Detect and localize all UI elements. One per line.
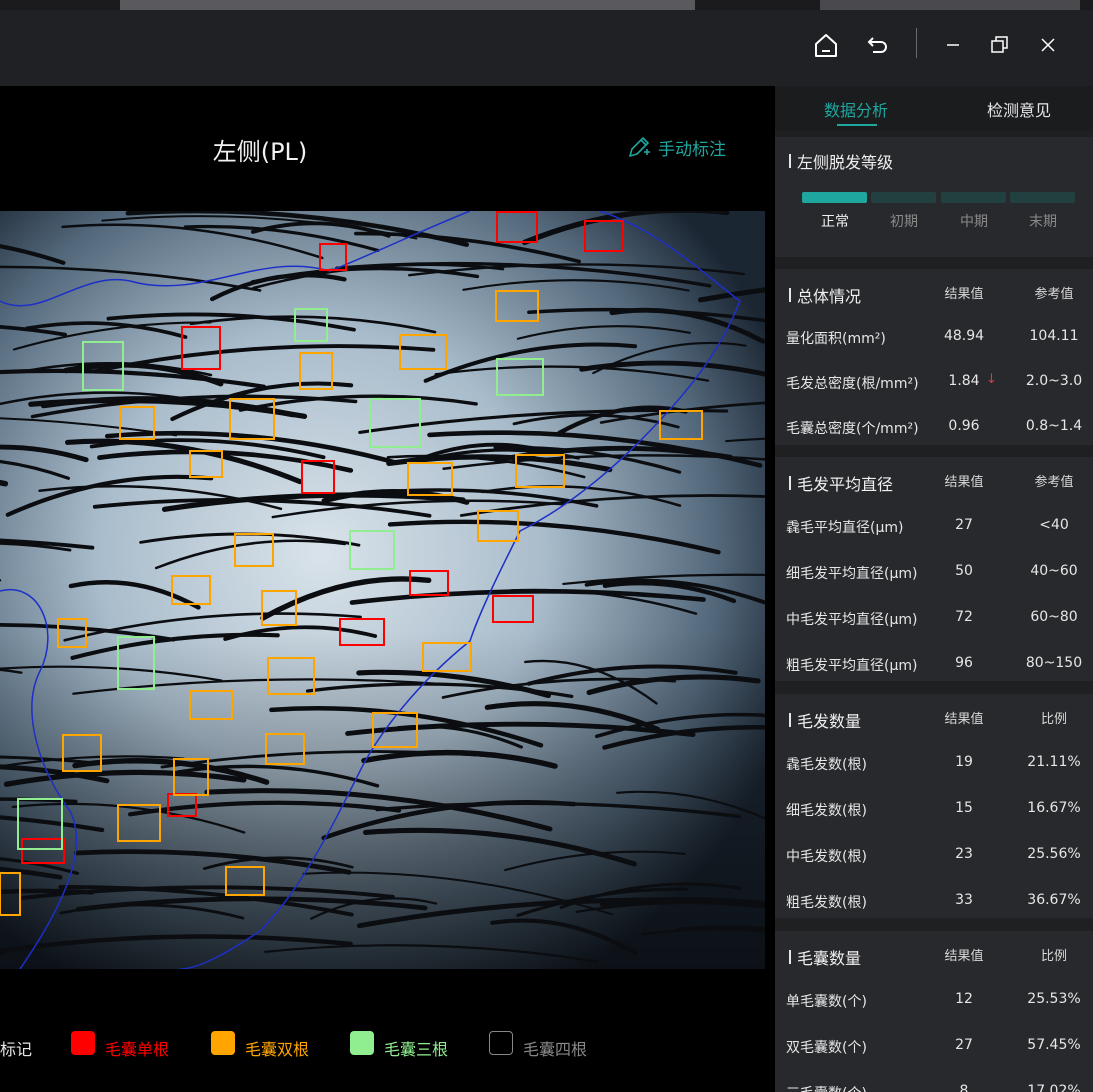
overall-row-label: 量化面积(mm²) bbox=[786, 331, 886, 347]
grade-bar-early bbox=[871, 192, 936, 203]
legend-label-single: 毛囊单根 bbox=[105, 1040, 170, 1059]
back-icon[interactable] bbox=[860, 27, 896, 63]
hair-count-row-ratio: 16.67% bbox=[1027, 800, 1081, 816]
follicle-count-row-label: 三毛囊数(个) bbox=[786, 1083, 867, 1092]
legend-prefix: 标记 bbox=[0, 1040, 33, 1059]
overall-row-ref: 104.11 bbox=[1029, 328, 1079, 344]
manual-annotate-label: 手动标注 bbox=[658, 139, 726, 160]
hair-count-col-ratio: 比例 bbox=[1040, 712, 1067, 727]
overall-row-label: 毛发总密度(根/mm²) bbox=[786, 376, 919, 392]
diameter-title: 毛发平均直径 bbox=[789, 471, 893, 495]
image-panel: 左侧(PL) 手动标注 标记 毛囊单根 毛囊双根 毛囊三根 毛囊四根 bbox=[0, 86, 775, 1092]
hair-count-row-value: 19 bbox=[955, 754, 973, 770]
grade-bar-late bbox=[1010, 192, 1075, 203]
overall-col-result: 结果值 bbox=[944, 287, 984, 302]
grade-label-middle: 中期 bbox=[960, 214, 988, 230]
legend-label-triple: 毛囊三根 bbox=[384, 1040, 449, 1059]
follicle-count-row-ratio: 25.53% bbox=[1027, 991, 1081, 1007]
legend-label-double: 毛囊双根 bbox=[245, 1040, 310, 1059]
follicle-count-row-value: 27 bbox=[955, 1037, 973, 1053]
hair-count-row-label: 粗毛发数(根) bbox=[786, 895, 867, 911]
legend-swatch-quad bbox=[489, 1031, 513, 1055]
grade-label-late: 末期 bbox=[1029, 214, 1057, 230]
arrow-down-icon: ↓ bbox=[986, 372, 997, 387]
follicle-count-col-ratio: 比例 bbox=[1040, 949, 1067, 964]
background-strip bbox=[0, 0, 1093, 10]
hair-count-title: 毛发数量 bbox=[789, 708, 861, 732]
grade-bar-normal bbox=[802, 192, 867, 203]
follicle-count-title: 毛囊数量 bbox=[789, 945, 861, 969]
diameter-row-label: 毳毛平均直径(μm) bbox=[786, 520, 904, 536]
hair-count-col-result: 结果值 bbox=[944, 712, 984, 727]
overall-row-ref: 2.0~3.0 bbox=[1025, 373, 1083, 389]
hair-count-card: 毛发数量 结果值 比例 毳毛发数(根) 19 21.11% 细毛发数(根) 15… bbox=[775, 694, 1093, 918]
follicle-count-row-ratio: 57.45% bbox=[1027, 1037, 1081, 1053]
hair-count-row-ratio: 36.67% bbox=[1027, 892, 1081, 908]
title-bar-divider bbox=[916, 28, 917, 58]
diameter-row-ref: 40~60 bbox=[1030, 563, 1078, 579]
grade-bar-middle bbox=[941, 192, 1006, 203]
hair-count-row-label: 毳毛发数(根) bbox=[786, 757, 867, 773]
follicle-count-card: 毛囊数量 结果值 比例 单毛囊数(个) 12 25.53% 双毛囊数(个) 27… bbox=[775, 931, 1093, 1092]
follicle-count-row-value: 8 bbox=[959, 1083, 969, 1092]
diameter-row-label: 中毛发平均直径(μm) bbox=[786, 612, 918, 628]
legend-swatch-single bbox=[71, 1031, 95, 1055]
diameter-card: 毛发平均直径 结果值 参考值 毳毛平均直径(μm) 27 <40 细毛发平均直径… bbox=[775, 457, 1093, 681]
minimize-icon[interactable] bbox=[935, 27, 971, 63]
follicle-count-row-label: 单毛囊数(个) bbox=[786, 994, 867, 1010]
pen-icon bbox=[629, 137, 650, 157]
active-tab-indicator bbox=[837, 124, 877, 126]
diameter-row-ref: <40 bbox=[1039, 517, 1069, 533]
hair-count-row-value: 23 bbox=[955, 846, 973, 862]
diameter-row-ref: 60~80 bbox=[1030, 609, 1078, 625]
manual-annotate-button[interactable]: 手动标注 bbox=[626, 134, 726, 160]
legend: 标记 毛囊单根 毛囊双根 毛囊三根 毛囊四根 bbox=[0, 1031, 775, 1061]
diameter-row-value: 50 bbox=[955, 563, 973, 579]
grade-label-normal: 正常 bbox=[821, 214, 849, 230]
home-icon[interactable] bbox=[808, 27, 844, 63]
diameter-row-label: 细毛发平均直径(μm) bbox=[786, 566, 918, 582]
overall-card: 总体情况 结果值 参考值 量化面积(mm²) 48.94 104.11 毛发总密… bbox=[775, 269, 1093, 445]
diameter-row-label: 粗毛发平均直径(μm) bbox=[786, 658, 918, 674]
scalp-image[interactable] bbox=[0, 211, 765, 969]
tab-detection-opinion[interactable]: 检测意见 bbox=[987, 97, 1051, 121]
overall-row-ref: 0.8~1.4 bbox=[1025, 418, 1083, 434]
overall-row-value: 0.96 bbox=[948, 418, 980, 434]
view-title: 左侧(PL) bbox=[212, 138, 308, 166]
diameter-row-value: 96 bbox=[955, 655, 973, 671]
tab-bar: 数据分析 检测意见 bbox=[775, 86, 1093, 131]
legend-swatch-triple bbox=[350, 1031, 374, 1055]
grade-title: 左侧脱发等级 bbox=[789, 149, 893, 173]
tab-data-analysis[interactable]: 数据分析 bbox=[824, 97, 888, 121]
overall-title: 总体情况 bbox=[789, 283, 861, 307]
hair-count-row-value: 15 bbox=[955, 800, 973, 816]
legend-label-quad: 毛囊四根 bbox=[523, 1040, 588, 1059]
follicle-count-row-ratio: 17.02% bbox=[1027, 1083, 1081, 1092]
diameter-row-ref: 80~150 bbox=[1025, 655, 1083, 671]
hair-count-row-ratio: 21.11% bbox=[1027, 754, 1081, 770]
close-icon[interactable] bbox=[1030, 27, 1066, 63]
title-bar bbox=[0, 10, 1093, 86]
overall-row-label: 毛囊总密度(个/mm²) bbox=[786, 421, 919, 437]
overall-col-ref: 参考值 bbox=[1034, 287, 1074, 302]
diameter-row-value: 27 bbox=[955, 517, 973, 533]
hair-count-row-label: 中毛发数(根) bbox=[786, 849, 867, 865]
diameter-col-result: 结果值 bbox=[944, 475, 984, 490]
follicle-count-row-label: 双毛囊数(个) bbox=[786, 1040, 867, 1056]
analysis-panel: 数据分析 检测意见 左侧脱发等级 正常 初期 中期 末期 总体情况 结果值 参考… bbox=[775, 86, 1093, 1092]
legend-swatch-double bbox=[211, 1031, 235, 1055]
hair-count-row-label: 细毛发数(根) bbox=[786, 803, 867, 819]
scalp-image-canvas bbox=[0, 211, 765, 969]
diameter-col-ref: 参考值 bbox=[1034, 475, 1074, 490]
restore-icon[interactable] bbox=[982, 27, 1018, 63]
diameter-row-value: 72 bbox=[955, 609, 973, 625]
hair-count-row-ratio: 25.56% bbox=[1027, 846, 1081, 862]
follicle-count-col-result: 结果值 bbox=[944, 949, 984, 964]
follicle-count-row-value: 12 bbox=[955, 991, 973, 1007]
grade-label-early: 初期 bbox=[890, 214, 918, 230]
overall-row-value: 48.94 bbox=[943, 328, 985, 344]
hair-count-row-value: 33 bbox=[955, 892, 973, 908]
